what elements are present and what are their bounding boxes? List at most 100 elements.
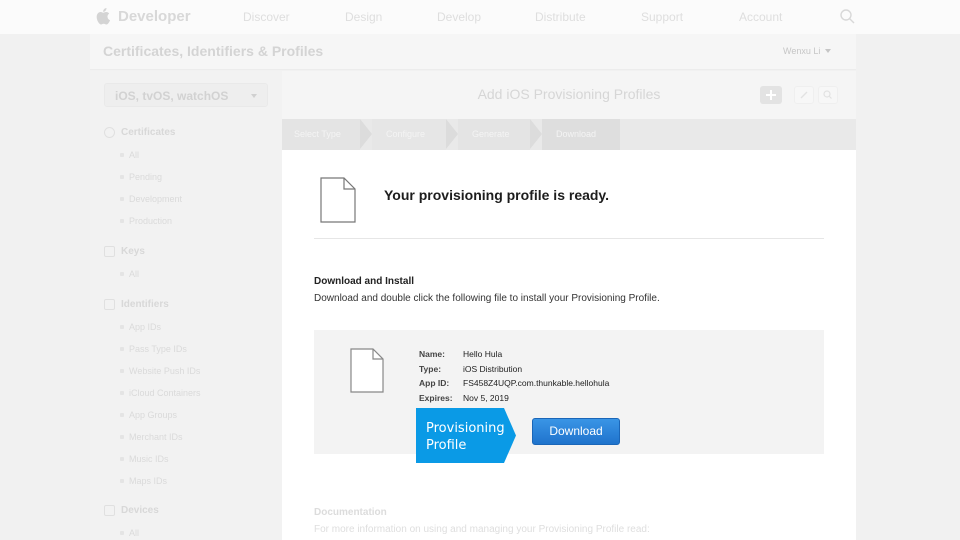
main-panel: Add iOS Provisioning Profiles Select Typ… <box>282 71 856 540</box>
sidebar-item-app-ids[interactable]: App IDs <box>120 322 161 332</box>
search-icon[interactable] <box>840 9 855 24</box>
sidebar-item-label: All <box>129 150 140 160</box>
brand-label: Developer <box>118 7 191 25</box>
bullet-icon <box>120 413 124 417</box>
sidebar-section-keys[interactable]: Keys <box>104 246 145 257</box>
sidebar-item-pending[interactable]: Pending <box>120 172 162 182</box>
sidebar-item-app-groups[interactable]: App Groups <box>120 410 177 420</box>
callout-label: Provisioning Profile <box>426 420 506 454</box>
sidebar-item-label: App IDs <box>129 322 162 332</box>
nav-develop[interactable]: Develop <box>437 10 481 24</box>
sidebar-section-label: Devices <box>121 505 159 516</box>
chevron-down-icon <box>825 49 832 53</box>
bullet-icon <box>120 531 124 535</box>
profile-details: Name: Hello Hula Type: iOS Distribution Ap… <box>419 349 609 407</box>
sidebar-section-label: Certificates <box>121 127 176 138</box>
download-heading: Download and Install <box>314 276 415 287</box>
sidebar: iOS, tvOS, watchOS Certificates All Pend… <box>90 71 282 540</box>
documentation-heading: Documentation <box>314 507 387 518</box>
bullet-icon <box>120 153 124 157</box>
sidebar-item-maps-ids[interactable]: Maps IDs <box>120 476 167 486</box>
brand[interactable]: Developer <box>96 7 191 25</box>
sidebar-item-devices-all[interactable]: All <box>120 528 139 538</box>
step-arrow-icon <box>446 119 458 149</box>
name-key: Name: <box>419 349 445 359</box>
pencil-icon <box>800 91 808 99</box>
bullet-icon <box>120 479 124 483</box>
sidebar-item-development[interactable]: Development <box>120 194 182 204</box>
edit-button[interactable] <box>794 86 814 104</box>
sidebar-item-production[interactable]: Production <box>120 216 172 226</box>
document-icon <box>350 348 384 393</box>
bullet-icon <box>120 391 124 395</box>
sidebar-item-label: Music IDs <box>129 454 169 464</box>
nav-support[interactable]: Support <box>641 10 683 24</box>
provisioning-profile-callout: Provisioning Profile <box>416 408 516 463</box>
bullet-icon <box>120 347 124 351</box>
step-configure: Configure <box>372 119 446 150</box>
sidebar-section-certificates[interactable]: Certificates <box>104 127 175 138</box>
sidebar-item-merchant-ids[interactable]: Merchant IDs <box>120 432 183 442</box>
sidebar-item-certificates-all[interactable]: All <box>120 150 139 160</box>
app-id-key: App ID: <box>419 378 450 388</box>
sidebar-section-label: Identifiers <box>121 299 169 310</box>
wizard-steps: Select Type Configure Generate Download <box>282 119 856 150</box>
sidebar-item-label: Maps IDs <box>129 476 168 486</box>
sidebar-item-label: Pending <box>129 172 163 182</box>
nav-discover[interactable]: Discover <box>243 10 290 24</box>
bullet-icon <box>120 175 124 179</box>
sidebar-item-pass-type-ids[interactable]: Pass Type IDs <box>120 344 187 354</box>
sidebar-item-label: Website Push IDs <box>129 366 201 376</box>
search-button[interactable] <box>818 86 838 104</box>
bullet-icon <box>120 197 124 201</box>
sidebar-section-devices[interactable]: Devices <box>104 505 159 516</box>
step-arrow-icon <box>530 119 542 149</box>
nav-distribute[interactable]: Distribute <box>535 10 586 24</box>
sidebar-item-icloud-containers[interactable]: iCloud Containers <box>120 388 201 398</box>
sidebar-item-website-push-ids[interactable]: Website Push IDs <box>120 366 200 376</box>
profile-name: Hello Hula <box>463 349 503 359</box>
download-button[interactable]: Download <box>532 418 620 445</box>
documentation-description: For more information on using and managi… <box>314 524 650 535</box>
expires-key: Expires: <box>419 392 453 403</box>
sidebar-item-music-ids[interactable]: Music IDs <box>120 454 169 464</box>
sidebar-section-identifiers[interactable]: Identifiers <box>104 299 169 310</box>
step-select-type: Select Type <box>282 119 360 150</box>
sidebar-item-keys-all[interactable]: All <box>120 269 139 279</box>
platform-select-value: iOS, tvOS, watchOS <box>115 89 229 103</box>
chevron-down-icon <box>251 94 257 98</box>
callout-line-1: Provisioning <box>426 421 505 436</box>
sidebar-item-label: Pass Type IDs <box>129 344 187 354</box>
sidebar-item-label: App Groups <box>129 410 178 420</box>
nav-account[interactable]: Account <box>739 10 782 24</box>
profile-type: iOS Distribution <box>463 363 523 374</box>
bullet-icon <box>120 272 124 276</box>
sidebar-section-label: Keys <box>121 246 145 257</box>
nav-design[interactable]: Design <box>345 10 382 24</box>
download-description: Download and double click the following … <box>314 293 660 304</box>
bullet-icon <box>120 457 124 461</box>
sidebar-item-label: Merchant IDs <box>129 432 183 442</box>
profile-app-id: FS458Z4UQP.com.thunkable.hellohula <box>463 378 610 388</box>
document-icon <box>320 177 356 223</box>
apple-logo-icon <box>96 8 110 25</box>
search-icon <box>823 90 832 99</box>
profile-expires: Nov 5, 2019 <box>463 392 509 403</box>
ready-message: Your provisioning profile is ready. <box>384 187 610 203</box>
platform-select[interactable]: iOS, tvOS, watchOS <box>104 83 268 107</box>
step-arrow-icon <box>360 119 372 149</box>
bullet-icon <box>120 369 124 373</box>
sidebar-item-label: iCloud Containers <box>129 388 201 398</box>
bullet-icon <box>120 435 124 439</box>
top-nav: Developer Discover Design Develop Distri… <box>0 0 960 34</box>
certificate-icon <box>104 127 115 138</box>
user-menu[interactable]: Wenxu Li <box>783 46 832 56</box>
add-button[interactable] <box>760 86 782 104</box>
ready-banner: Your provisioning profile is ready. <box>314 177 824 239</box>
key-icon <box>104 246 115 257</box>
main-header: Add iOS Provisioning Profiles <box>282 71 856 119</box>
sidebar-item-label: All <box>129 528 140 538</box>
page-title: Certificates, Identifiers & Profiles <box>103 43 324 59</box>
sidebar-item-label: Production <box>129 216 173 226</box>
bullet-icon <box>120 325 124 329</box>
